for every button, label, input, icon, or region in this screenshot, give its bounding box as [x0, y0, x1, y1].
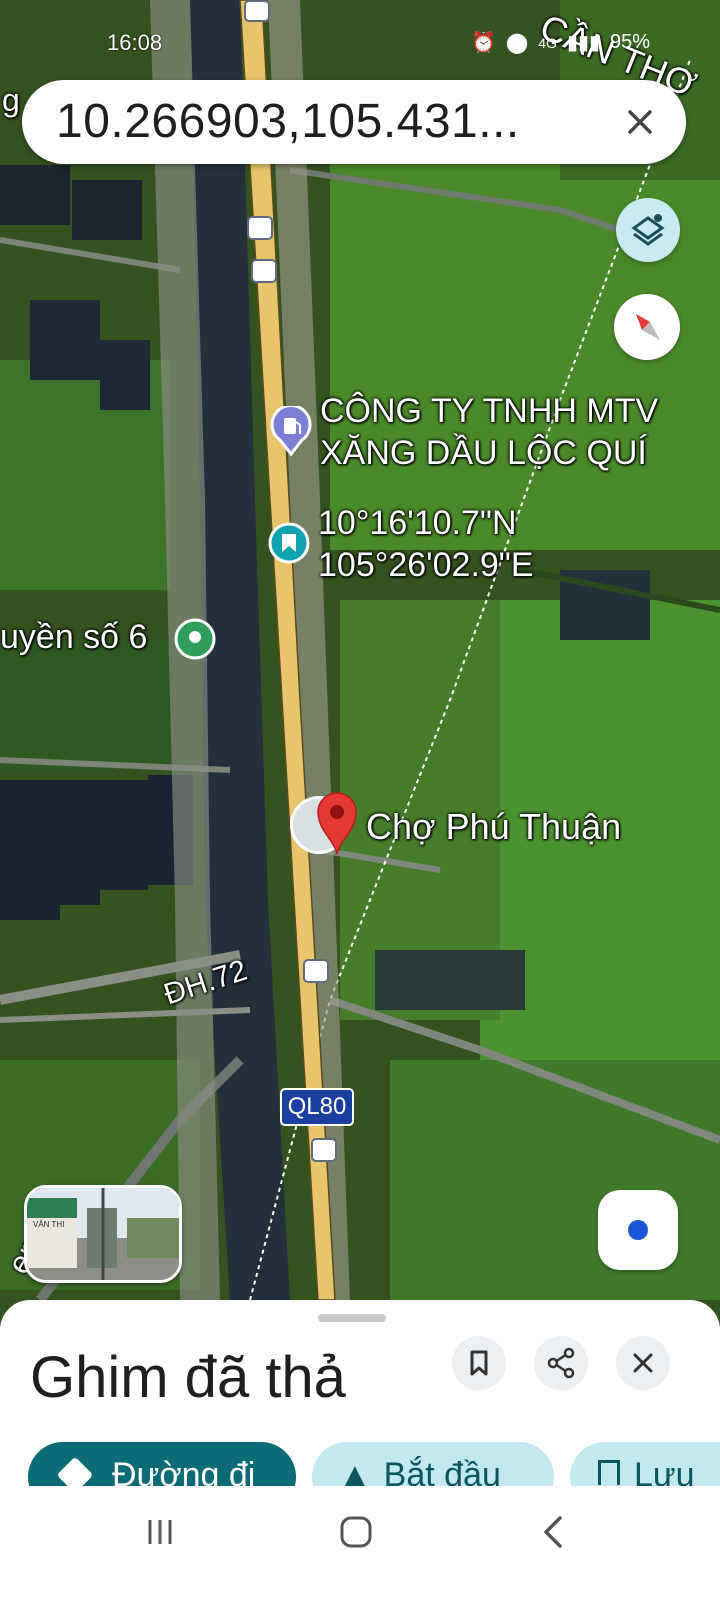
close-icon: [633, 1353, 653, 1373]
dropped-pin-icon[interactable]: [314, 790, 360, 856]
left-place-label[interactable]: uyền số 6: [0, 618, 147, 657]
status-bar: 16:08 ⏰ ⬤ 4G ▮▮▮ 95%: [0, 24, 720, 64]
close-button[interactable]: [616, 1336, 670, 1390]
system-navigation-bar: [0, 1486, 720, 1600]
alarm-icon: ⏰: [470, 32, 496, 54]
search-query[interactable]: 10.266903,105.431...: [56, 94, 520, 149]
coordinates-label: 10°16'10.7"N 105°26'02.9"E: [318, 504, 534, 584]
network-type: 4G: [538, 34, 557, 51]
recent-apps-icon[interactable]: [140, 1512, 180, 1552]
bus-stop-icon[interactable]: [244, 0, 270, 22]
search-bar[interactable]: 10.266903,105.431...: [22, 80, 686, 164]
my-location-button[interactable]: [598, 1190, 678, 1270]
directions-label: Đường đi: [112, 1456, 256, 1486]
directions-button[interactable]: Đường đi: [28, 1442, 296, 1486]
save-label: Lưu: [634, 1456, 695, 1486]
street-view-sign-text: VĂN THI: [33, 1220, 65, 1229]
gas-station-label[interactable]: CÔNG TY TNHH MTV XĂNG DẦU LỘC QUÍ: [320, 390, 658, 474]
layers-icon: [631, 214, 665, 246]
gas-station-icon[interactable]: [270, 406, 312, 456]
road-ql80-shield: QL80: [280, 1088, 354, 1126]
sheet-drag-handle[interactable]: [318, 1314, 386, 1322]
saved-place-icon[interactable]: [266, 520, 312, 566]
bus-stop-icon[interactable]: [247, 216, 273, 240]
close-icon[interactable]: [616, 98, 664, 146]
bookmark-icon: [470, 1350, 488, 1376]
market-label[interactable]: Chợ Phú Thuận: [366, 806, 621, 848]
bus-stop-icon[interactable]: [303, 959, 329, 983]
home-icon[interactable]: [334, 1510, 378, 1554]
my-location-icon: [628, 1220, 648, 1240]
layers-button[interactable]: [616, 198, 680, 262]
signal-icon: ▮▮▮: [566, 32, 600, 54]
start-label: Bắt đầu: [383, 1456, 501, 1486]
navigation-arrow-icon: ▲: [338, 1456, 372, 1486]
save-button[interactable]: [452, 1336, 506, 1390]
battery-level: 95%: [609, 31, 650, 53]
status-icons: ⏰ ⬤ 4G ▮▮▮ 95%: [471, 30, 650, 55]
location-icon: ⬤: [505, 32, 529, 54]
compass-button[interactable]: [614, 294, 680, 360]
street-view-thumbnail[interactable]: VĂN THI: [24, 1185, 182, 1283]
place-title: Ghim đã thả: [30, 1345, 346, 1410]
directions-icon: [56, 1456, 94, 1486]
share-icon: [547, 1347, 575, 1379]
start-navigation-button[interactable]: ▲ Bắt đầu: [312, 1442, 554, 1486]
status-time: 16:08: [107, 30, 163, 55]
share-button[interactable]: [534, 1336, 588, 1390]
edge-label-top: g: [2, 82, 20, 118]
bookmark-icon: [598, 1460, 620, 1485]
bus-stop-icon[interactable]: [311, 1138, 337, 1162]
back-icon[interactable]: [534, 1510, 574, 1554]
place-marker-icon[interactable]: [174, 618, 216, 660]
compass-icon: [636, 314, 660, 340]
bus-stop-icon[interactable]: [251, 259, 277, 283]
place-sheet[interactable]: Ghim đã thả Đường đi ▲ Bắt đầu Lưu: [0, 1300, 720, 1486]
save-chip-button[interactable]: Lưu: [570, 1442, 720, 1486]
